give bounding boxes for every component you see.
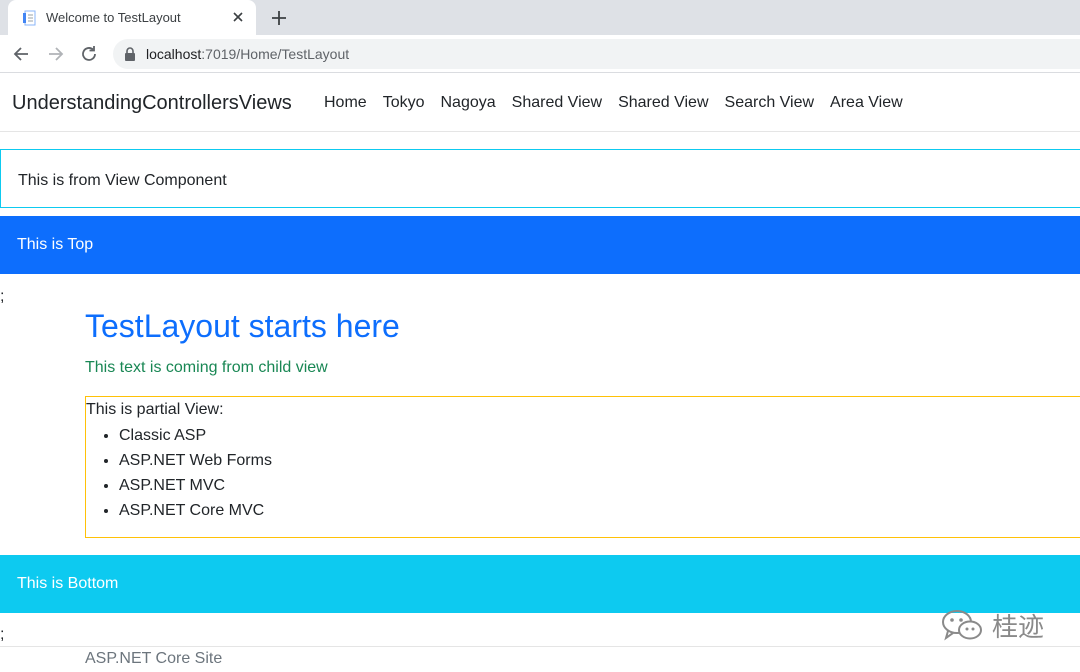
page-icon xyxy=(23,10,36,26)
watermark: 桂迹 xyxy=(940,605,1050,645)
bottom-section-text: This is Bottom xyxy=(17,575,119,592)
bottom-section: This is Bottom xyxy=(0,555,1080,613)
partial-view-heading: This is partial View: xyxy=(86,401,224,418)
list-item: ASP.NET Web Forms xyxy=(119,450,272,475)
list-item: ASP.NET MVC xyxy=(119,475,272,500)
url-path: :7019/Home/TestLayout xyxy=(201,46,350,62)
forward-arrow-icon[interactable] xyxy=(45,44,65,64)
child-view-text: This text is coming from child view xyxy=(85,359,328,376)
separator-text: ; xyxy=(0,288,5,305)
navbar-brand[interactable]: UnderstandingControllersViews xyxy=(12,92,292,115)
nav-link-nagoya[interactable]: Nagoya xyxy=(432,94,503,112)
separator-text: ; xyxy=(0,626,5,643)
nav-link-home[interactable]: Home xyxy=(316,94,375,112)
footer-text: ASP.NET Core Site xyxy=(85,650,223,667)
partial-view-box: This is partial View: Classic ASP ASP.NE… xyxy=(85,396,1080,538)
url-host: localhost xyxy=(146,46,202,62)
address-bar[interactable]: localhost:7019/Home/TestLayout xyxy=(113,39,1080,69)
nav-link-shared-view-1[interactable]: Shared View xyxy=(504,94,610,112)
footer-divider xyxy=(0,646,1080,647)
navbar: UnderstandingControllersViews Home Tokyo… xyxy=(0,74,1080,132)
top-section: This is Top xyxy=(0,216,1080,274)
lock-icon xyxy=(125,47,135,61)
list-item: Classic ASP xyxy=(119,425,272,450)
nav-link-shared-view-2[interactable]: Shared View xyxy=(610,94,716,112)
nav-link-tokyo[interactable]: Tokyo xyxy=(375,94,433,112)
nav-link-area-view[interactable]: Area View xyxy=(822,94,911,112)
close-icon[interactable] xyxy=(230,9,246,25)
back-arrow-icon[interactable] xyxy=(12,44,32,64)
nav-links: Home Tokyo Nagoya Shared View Shared Vie… xyxy=(316,94,911,112)
reload-icon[interactable] xyxy=(79,44,99,64)
partial-view-list: Classic ASP ASP.NET Web Forms ASP.NET MV… xyxy=(86,425,272,525)
tab-title: Welcome to TestLayout xyxy=(46,10,181,25)
view-component-text: This is from View Component xyxy=(18,172,227,189)
wechat-icon xyxy=(942,610,982,641)
nav-link-search-view[interactable]: Search View xyxy=(717,94,823,112)
page-body: UnderstandingControllersViews Home Tokyo… xyxy=(0,74,1080,672)
browser-tab[interactable]: Welcome to TestLayout xyxy=(8,0,256,35)
new-tab-icon[interactable] xyxy=(270,9,288,27)
view-component-box: This is from View Component xyxy=(0,149,1080,208)
url-text: localhost:7019/Home/TestLayout xyxy=(146,46,349,62)
top-section-text: This is Top xyxy=(17,236,94,253)
watermark-text: 桂迹 xyxy=(992,612,1045,643)
list-item: ASP.NET Core MVC xyxy=(119,500,272,525)
page-title: TestLayout starts here xyxy=(85,308,400,344)
browser-tabstrip: Welcome to TestLayout xyxy=(0,0,1080,35)
browser-toolbar: localhost:7019/Home/TestLayout xyxy=(0,35,1080,73)
